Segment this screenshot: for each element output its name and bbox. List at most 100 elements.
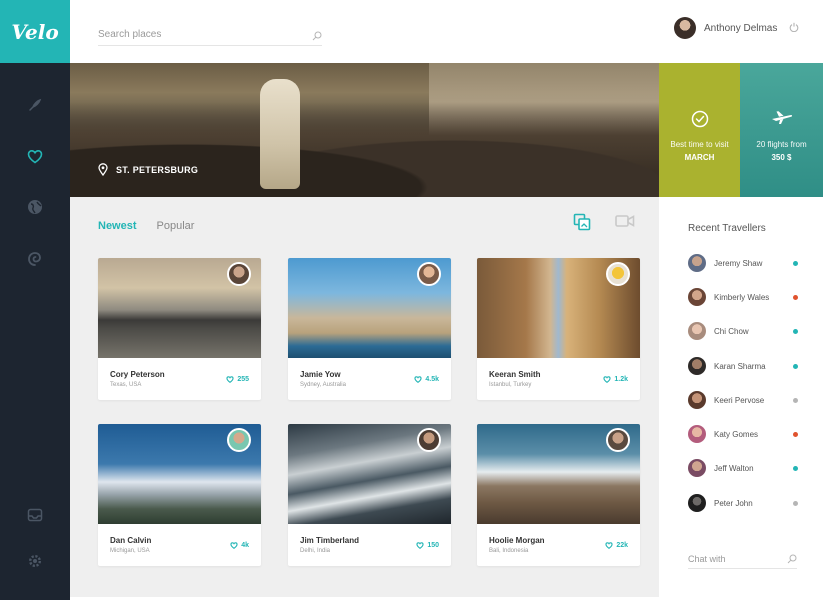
flights-price: 350 $ <box>771 153 792 162</box>
status-dot <box>793 328 798 334</box>
status-dot <box>793 465 798 471</box>
like-button[interactable]: 4.5k <box>414 376 439 383</box>
card-avatar[interactable] <box>227 428 251 452</box>
feather-icon[interactable] <box>23 93 47 117</box>
heart-icon <box>230 542 238 549</box>
card-name[interactable]: Jamie Yow <box>300 370 341 379</box>
traveller-item[interactable]: Chi Chow <box>688 321 798 341</box>
inbox-icon[interactable] <box>23 503 47 527</box>
tab-newest[interactable]: Newest <box>98 220 137 232</box>
app: Velo Anthony Delmas <box>0 0 823 600</box>
traveller-item[interactable]: Karan Sharma <box>688 356 798 376</box>
swirl-icon[interactable] <box>23 247 47 271</box>
card-location: Michigan, USA <box>110 548 150 554</box>
traveller-name: Keeri Pervose <box>714 395 765 405</box>
card-avatar[interactable] <box>417 262 441 286</box>
like-count: 4.5k <box>425 376 439 383</box>
traveller-name: Kimberly Wales <box>714 292 770 302</box>
flights-label: 20 flights from <box>756 140 807 149</box>
feed-tabs: Newest Popular <box>98 220 214 232</box>
card-location: Texas, USA <box>110 382 142 388</box>
like-button[interactable]: 150 <box>416 542 439 549</box>
power-icon[interactable] <box>789 19 799 37</box>
gear-icon[interactable] <box>23 549 47 573</box>
globe-icon[interactable] <box>23 195 47 219</box>
video-view-icon[interactable] <box>615 213 635 234</box>
user-name: Anthony Delmas <box>704 22 778 34</box>
user-menu[interactable]: Anthony Delmas <box>674 17 799 39</box>
traveller-name: Chi Chow <box>714 326 749 336</box>
flights-tile[interactable]: 20 flights from 350 $ <box>740 63 823 197</box>
like-button[interactable]: 22k <box>605 542 628 549</box>
search-icon[interactable] <box>787 551 797 569</box>
like-button[interactable]: 255 <box>226 376 249 383</box>
traveller-avatar <box>688 288 706 306</box>
traveller-item[interactable]: Katy Gomes <box>688 424 798 444</box>
best-time-tile[interactable]: Best time to visit MARCH <box>659 63 740 197</box>
chat-input[interactable] <box>688 554 778 564</box>
card-avatar[interactable] <box>417 428 441 452</box>
like-button[interactable]: 4k <box>230 542 249 549</box>
user-avatar[interactable] <box>674 17 696 39</box>
logo-text: Velo <box>11 19 59 44</box>
traveller-avatar <box>688 254 706 272</box>
place-card[interactable]: Hoolie Morgan Bali, Indonesia 22k <box>477 424 640 566</box>
status-dot <box>793 431 798 437</box>
sidebar <box>0 63 70 600</box>
hero-banner: ST. PETERSBURG <box>70 63 659 197</box>
card-location: Istanbul, Turkey <box>489 382 532 388</box>
main-content: Newest Popular Cory Peterson Texas, USA … <box>70 197 659 597</box>
place-card[interactable]: Jim Timberland Delhi, India 150 <box>288 424 451 566</box>
card-location: Sydney, Australia <box>300 382 346 388</box>
card-name[interactable]: Cory Peterson <box>110 370 165 379</box>
card-avatar[interactable] <box>227 262 251 286</box>
place-card[interactable]: Keeran Smith Istanbul, Turkey 1.2k <box>477 258 640 400</box>
hero-location[interactable]: ST. PETERSBURG <box>98 163 198 176</box>
place-card[interactable]: Dan Calvin Michigan, USA 4k <box>98 424 261 566</box>
search-input[interactable] <box>98 24 298 45</box>
traveller-item[interactable]: Kimberly Wales <box>688 287 798 307</box>
recent-travellers-title: Recent Travellers <box>688 223 766 234</box>
traveller-item[interactable]: Keeri Pervose <box>688 390 798 410</box>
search-bar <box>98 24 322 46</box>
search-icon[interactable] <box>312 28 322 46</box>
plane-icon <box>740 110 823 132</box>
traveller-name: Karan Sharma <box>714 361 766 371</box>
status-dot <box>793 294 798 300</box>
traveller-item[interactable]: Jeff Walton <box>688 458 798 478</box>
card-location: Bali, Indonesia <box>489 548 529 554</box>
like-button[interactable]: 1.2k <box>603 376 628 383</box>
best-time-value: MARCH <box>684 153 715 162</box>
card-name[interactable]: Hoolie Morgan <box>489 536 545 545</box>
like-count: 22k <box>616 542 628 549</box>
hero-location-label: ST. PETERSBURG <box>116 164 199 175</box>
card-avatar[interactable] <box>606 428 630 452</box>
hero-figure <box>260 79 300 189</box>
logo[interactable]: Velo <box>0 0 70 63</box>
traveller-item[interactable]: Peter John <box>688 493 798 513</box>
place-card[interactable]: Jamie Yow Sydney, Australia 4.5k <box>288 258 451 400</box>
traveller-avatar <box>688 357 706 375</box>
heart-icon[interactable] <box>23 144 47 168</box>
traveller-name: Jeff Walton <box>714 463 754 473</box>
traveller-name: Katy Gomes <box>714 429 759 439</box>
heart-icon <box>226 376 234 383</box>
status-dot <box>793 397 798 403</box>
traveller-name: Peter John <box>714 498 753 508</box>
card-name[interactable]: Keeran Smith <box>489 370 541 379</box>
recent-travellers-panel: Recent Travellers Jeremy Shaw Kimberly W… <box>659 197 823 600</box>
heart-icon <box>414 376 422 383</box>
place-card[interactable]: Cory Peterson Texas, USA 255 <box>98 258 261 400</box>
traveller-name: Jeremy Shaw <box>714 258 763 268</box>
traveller-item[interactable]: Jeremy Shaw <box>688 253 798 273</box>
card-name[interactable]: Jim Timberland <box>300 536 359 545</box>
tab-popular[interactable]: Popular <box>157 220 195 232</box>
hero-rocks <box>70 102 659 197</box>
card-avatar[interactable] <box>606 262 630 286</box>
gallery-view-icon[interactable] <box>573 213 591 236</box>
traveller-avatar <box>688 322 706 340</box>
card-name[interactable]: Dan Calvin <box>110 536 151 545</box>
best-time-label: Best time to visit <box>670 140 729 149</box>
like-count: 4k <box>241 542 249 549</box>
clock-check-icon <box>659 110 740 132</box>
